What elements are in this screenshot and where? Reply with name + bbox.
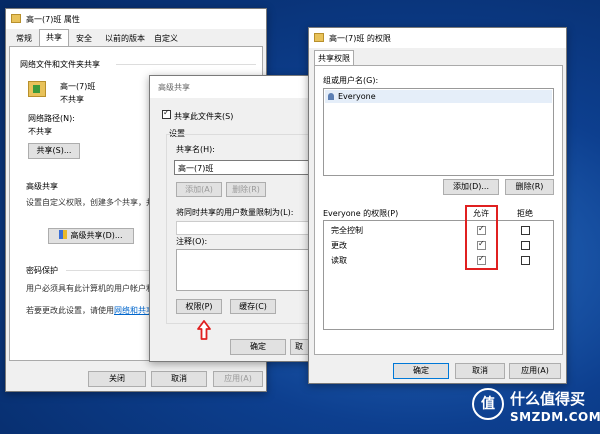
password-protection-heading: 密码保护 (26, 266, 58, 275)
deny-change-checkbox[interactable] (521, 241, 530, 250)
user-limit-label: 将同时共享的用户数量限制为(L): (176, 208, 294, 217)
watermark-text: 什么值得买 (510, 390, 586, 408)
permissions-apply-button[interactable]: 应用(A) (509, 363, 561, 379)
user-name: Everyone (338, 92, 376, 101)
tab-general[interactable]: 常规 (9, 31, 39, 46)
comment-textarea[interactable] (176, 249, 315, 291)
tab-sharing[interactable]: 共享 (39, 29, 69, 47)
watermark-subtext: SMZDM.COM (510, 410, 600, 424)
share-folder-label: 共享此文件夹(S) (174, 112, 234, 121)
add-share-button[interactable]: 添加(A) (176, 182, 222, 197)
advanced-sharing-button[interactable]: 高级共享(D)... (48, 228, 134, 244)
permission-name: 读取 (331, 256, 347, 265)
watermark: 值 什么值得买 SMZDM.COM (470, 386, 600, 430)
allow-column-highlight (465, 205, 498, 270)
tab-security[interactable]: 安全 (69, 31, 99, 46)
properties-title: 高一(7)班 属性 (26, 15, 80, 24)
advanced-sharing-window: 高级共享 共享此文件夹(S) 设置 共享名(H): 高一(7)班 添加(A) 删… (149, 75, 316, 362)
password-change-text: 若要更改此设置，请使用网络和共享中 (26, 305, 162, 316)
add-user-button[interactable]: 添加(D)... (443, 179, 499, 195)
arrow-up-icon (197, 320, 211, 340)
tab-share-permissions[interactable]: 共享权限 (314, 50, 354, 66)
properties-titlebar: 高一(7)班 属性 (6, 9, 266, 29)
network-path-value: 不共享 (28, 127, 52, 136)
share-name-value: 高一(7)班 (178, 164, 214, 173)
shared-folder-icon (28, 81, 46, 97)
watermark-logo: 值 (472, 388, 504, 420)
folder-icon (314, 33, 324, 42)
permissions-titlebar: 高一(7)班 的权限 (309, 28, 566, 48)
caching-button[interactable]: 缓存(C) (230, 299, 276, 314)
user-limit-stepper[interactable] (176, 221, 315, 235)
user-list-item[interactable]: Everyone (325, 90, 552, 103)
network-path-label: 网络路径(N): (28, 114, 75, 123)
permission-name: 完全控制 (331, 226, 363, 235)
permissions-button[interactable]: 权限(P) (176, 299, 222, 314)
password-change-prefix: 若要更改此设置，请使用 (26, 306, 114, 315)
close-button[interactable]: 关闭 (88, 371, 146, 387)
share-folder-checkbox[interactable] (162, 108, 171, 119)
comment-label: 注释(O): (176, 237, 208, 246)
uac-shield-icon (59, 230, 68, 239)
advanced-title: 高级共享 (158, 83, 190, 92)
permissions-cancel-button[interactable]: 取消 (455, 363, 505, 379)
share-name-label: 共享名(H): (176, 145, 215, 154)
permissions-header: Everyone 的权限(P) (323, 209, 399, 218)
tab-previous-versions[interactable]: 以前的版本 (101, 31, 149, 46)
properties-apply-button[interactable]: 应用(A) (213, 371, 263, 387)
group-users-label: 组或用户名(G): (323, 76, 379, 85)
user-group-icon (328, 93, 334, 100)
advanced-titlebar: 高级共享 (150, 76, 313, 98)
permissions-title: 高一(7)班 的权限 (329, 34, 391, 43)
network-share-divider (116, 64, 256, 65)
permission-name: 更改 (331, 241, 347, 250)
deny-read-checkbox[interactable] (521, 256, 530, 265)
remove-user-button[interactable]: 删除(R) (505, 179, 554, 195)
permissions-ok-button[interactable]: 确定 (393, 363, 449, 379)
folder-name: 高一(7)班 (60, 82, 96, 91)
advanced-sharing-heading: 高级共享 (26, 182, 58, 191)
group-users-list[interactable]: Everyone (323, 88, 554, 176)
advanced-sharing-description: 设置自定义权限，创建多个共享，并设 (26, 198, 162, 207)
deny-header: 拒绝 (517, 209, 533, 218)
share-state: 不共享 (60, 95, 84, 104)
tab-customize[interactable]: 自定义 (149, 31, 183, 46)
advanced-ok-button[interactable]: 确定 (230, 339, 286, 355)
properties-cancel-button[interactable]: 取消 (151, 371, 207, 387)
network-share-heading: 网络文件和文件夹共享 (20, 60, 100, 69)
share-name-input[interactable]: 高一(7)班 (174, 160, 315, 175)
permissions-table (323, 220, 554, 330)
deny-full-control-checkbox[interactable] (521, 226, 530, 235)
remove-share-button[interactable]: 删除(R) (226, 182, 266, 197)
folder-icon (11, 14, 21, 23)
permissions-window: 高一(7)班 的权限 共享权限 组或用户名(G): Everyone 添加(D)… (308, 27, 567, 384)
share-button[interactable]: 共享(S)... (28, 143, 80, 159)
advanced-sharing-button-label: 高级共享(D)... (70, 231, 123, 240)
password-description: 用户必须具有此计算机的用户帐户和密 (26, 284, 162, 293)
